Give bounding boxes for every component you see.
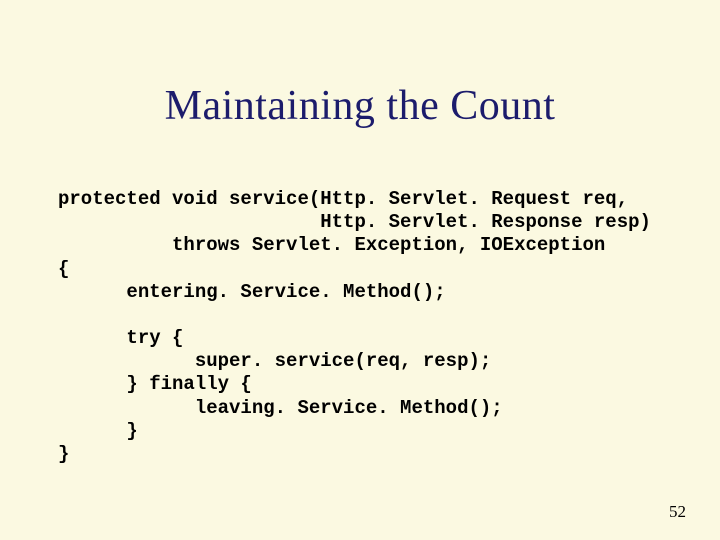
code-line: } finally { bbox=[58, 373, 252, 395]
code-line: protected void service(Http. Servlet. Re… bbox=[58, 188, 628, 210]
slide: Maintaining the Count protected void ser… bbox=[0, 0, 720, 540]
code-line: Http. Servlet. Response resp) bbox=[58, 211, 651, 233]
slide-title: Maintaining the Count bbox=[0, 82, 720, 130]
code-line: } bbox=[58, 443, 69, 465]
page-number: 52 bbox=[669, 502, 686, 522]
code-line: } bbox=[58, 420, 138, 442]
code-line: try { bbox=[58, 327, 183, 349]
code-line: leaving. Service. Method(); bbox=[58, 397, 503, 419]
code-line: { bbox=[58, 258, 69, 280]
code-block: protected void service(Http. Servlet. Re… bbox=[58, 188, 651, 466]
code-line: entering. Service. Method(); bbox=[58, 281, 446, 303]
code-line: throws Servlet. Exception, IOException bbox=[58, 234, 605, 256]
code-line: super. service(req, resp); bbox=[58, 350, 491, 372]
